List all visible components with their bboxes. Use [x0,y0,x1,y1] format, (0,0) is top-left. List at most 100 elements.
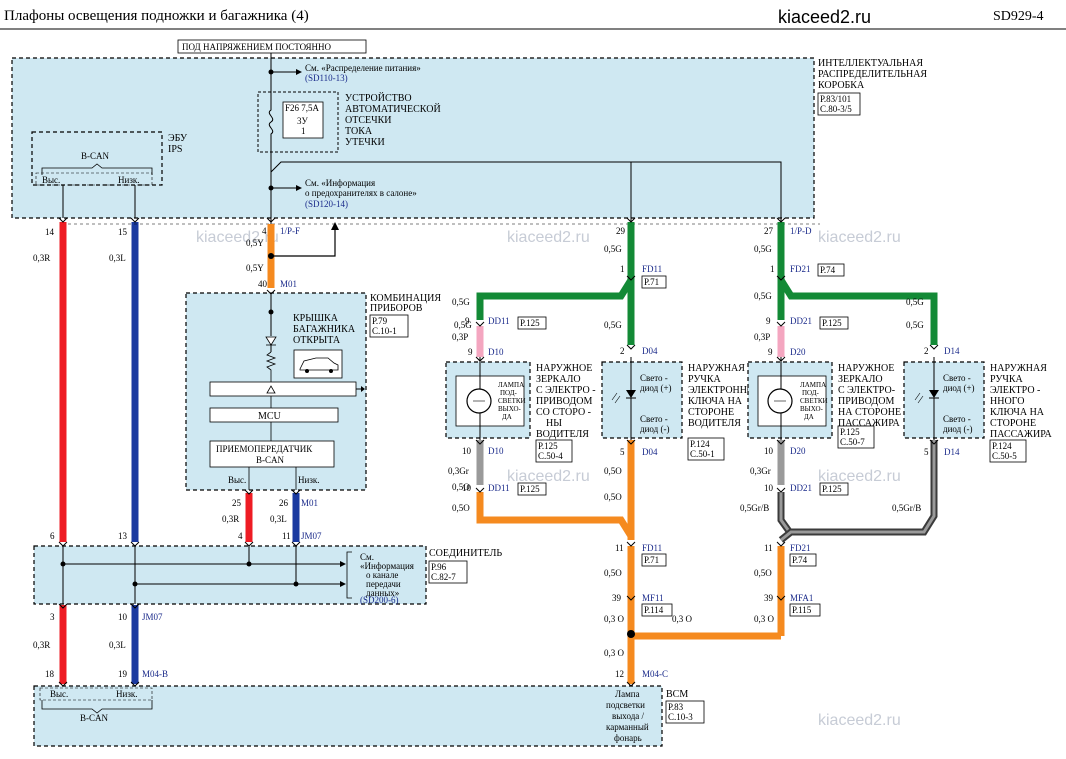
wire-l03a: 0,3L [109,253,126,263]
ibox-ref-1: Р.83/101 [820,94,851,104]
pin-1b: 1 [770,264,775,274]
page-title: Плафоны освещения подножки и багажника (… [4,8,309,24]
pin-40: 40 [258,279,268,289]
see-fuse-info: См. «Информация [305,178,375,188]
pin-19: 19 [118,669,128,679]
wire-o03a: 0,3 O [604,614,625,624]
wire-o05f: 0,5O [754,568,772,578]
wire-g05g: 0,5G [906,297,924,307]
ecu-name-2: IPS [168,144,182,155]
wire-g05f: 0,5G [906,320,924,330]
fuse-sub-2: 1 [301,126,306,136]
wire-y05a: 0,5Y [246,238,264,248]
ecu-bus-label: B-CAN [81,151,110,161]
conn-fd21b: FD21 [790,543,811,553]
see-fuse-info-b: о предохранителях в салоне» [305,188,417,198]
wire-g05e: 0,5G [754,291,772,301]
pin-12: 12 [615,669,624,679]
conn-jm07a: JM07 [301,531,322,541]
wire-g05h: 0,5G [454,320,472,330]
bcm-bus-label: B-CAN [80,713,109,723]
pin-9b: 9 [468,347,473,357]
mirror-drv-name-2: ЗЕРКАЛО [536,374,581,385]
handle-pass-ref-1: Р.124 [992,441,1012,451]
pin-1a: 1 [620,264,625,274]
pin-11b: 11 [615,543,624,553]
mirror-drv-ref-2: С.50-4 [538,451,563,461]
pin-29: 29 [616,226,626,236]
ref-dd21b: Р.125 [822,484,842,494]
conn-d20b: D20 [790,446,806,456]
bcm-ref-1: Р.83 [668,702,684,712]
wire-o05b: 0,5O [452,503,470,513]
watermark-3: kiaceed2.ru [818,229,901,246]
ref-dd11b: Р.125 [520,484,540,494]
wire-o03b: 0,3 O [604,648,625,658]
conn-d04b: D04 [642,447,658,457]
see-fuse-info-ref: (SD120-14) [305,199,348,209]
watermark-9: kiaceed2.ru [818,712,901,729]
ecu-low: Низк. [118,175,140,185]
wire-gr03b: 0,3Gr [750,466,771,476]
wire-l03c: 0,3L [109,640,126,650]
conn-jm07b: JM07 [142,612,163,622]
connector-name: СОЕДИНИТЕЛЬ [429,548,502,559]
ibox-name-2: РАСПРЕДЕЛИТЕЛЬНАЯ [818,69,927,80]
conn-dd11b: DD11 [488,483,510,493]
conn-mf11: MF11 [642,593,664,603]
mirror-drv-name-3: С ЭЛЕКТРО - [536,385,596,396]
conn-fd11b: FD11 [642,543,662,553]
wire-grb05b: 0,5Gr/B [892,503,921,513]
trunk-open-icon [293,349,343,379]
mirror-pass-lamp-2: ПОД- [802,389,820,397]
wiring-diagram: Плафоны освещения подножки и багажника (… [0,7,1066,747]
wire-g05c: 0,5G [604,320,622,330]
pin-10c: 10 [764,446,774,456]
pin-10e: 10 [118,612,128,622]
wire-l03b: 0,3L [270,514,287,524]
pin-14: 14 [45,227,55,237]
mirror-drv-name-4: ПРИВОДОМ [536,396,592,407]
ref-mfa1: Р.115 [792,605,812,615]
connector-ref-2: С.82-7 [431,572,456,582]
conn-mfa1: MFA1 [790,593,813,603]
pin-4: 4 [262,226,267,236]
wire-y05b: 0,5Y [246,263,264,273]
diagram-code: SD929-4 [993,9,1044,24]
mirror-drv-ref-1: Р.125 [538,441,558,451]
device-line-4: ТОКА [345,126,373,137]
see-power-dist-ref: (SD110-13) [305,73,348,83]
connector-ref-1: Р.96 [431,562,447,572]
pin-39b: 39 [764,593,774,603]
mirror-pass-name-2: ЗЕРКАЛО [838,374,883,385]
wire-o03d: 0,3 O [672,614,693,624]
bcm-high: Выс. [50,689,68,699]
bcm-lamp-5: фонарь [614,733,642,743]
pin-25: 25 [232,498,242,508]
conn-d04a: D04 [642,346,658,356]
wire-r03a: 0,3R [33,253,50,263]
wire-p03a: 0,3P [452,332,468,342]
watermark-5: kiaceed2.ru [507,468,590,485]
mirror-pass-lamp-3: СВЕТКИ [800,397,828,405]
handle-pass-plus-1: Свето - [943,373,971,383]
wire-g05b: 0,5G [452,297,470,307]
mcu-label: MCU [258,411,282,422]
wire-o05a: 0,5O [604,466,622,476]
handle-pass-name-6: СТОРОНЕ [990,418,1036,429]
pin-2b: 2 [924,346,929,356]
pin-9d: 9 [768,347,773,357]
site-name: kiaceed2.ru [778,7,871,27]
bcm-lamp-2: подсветки [606,700,645,710]
mirror-drv-lamp-5: ДА [502,413,512,421]
ref-fd21a: Р.74 [820,265,836,275]
handle-pass-minus-2: диод (-) [943,424,972,434]
device-line-2: АВТОМАТИЧЕСКОЙ [345,103,441,115]
handle-drv-name-6: ВОДИТЕЛЯ [688,418,741,429]
handle-pass-name-1: НАРУЖНАЯ [990,363,1047,374]
bcm-low: Низк. [116,689,138,699]
mirror-pass-ref-1: Р.125 [840,427,860,437]
wire-o05c: 0,5O [452,482,470,492]
trunk-text-2: БАГАЖНИКА [293,324,356,335]
conn-m04c: M04-C [642,669,668,679]
